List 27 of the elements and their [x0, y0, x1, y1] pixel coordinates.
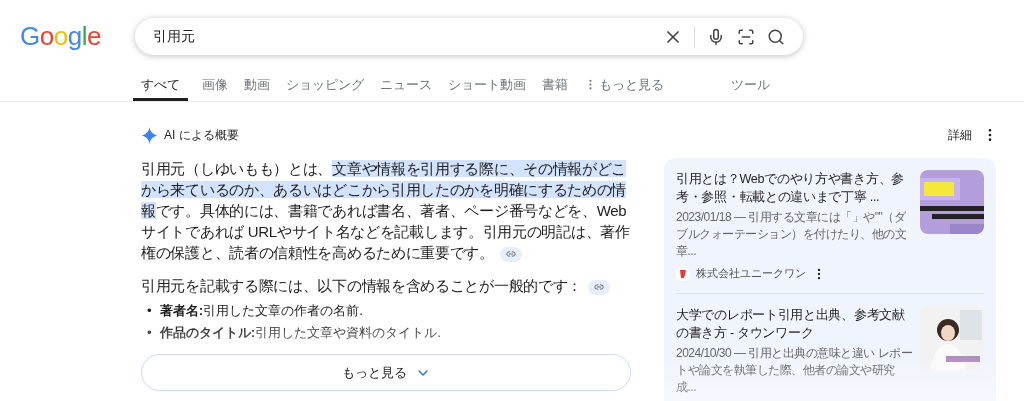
- tab[interactable]: ショート動画: [440, 71, 534, 101]
- sparkle-icon: [141, 126, 158, 144]
- site-name: 株式会社ユニークワン: [696, 266, 806, 281]
- list-item: 作品のタイトル:引用した文章や資料のタイトル.: [159, 324, 441, 342]
- logo[interactable]: Google: [20, 19, 100, 54]
- show-more-button[interactable]: もっと見る: [141, 354, 631, 391]
- tab[interactable]: 書籍: [534, 71, 576, 101]
- site-favicon-icon: [676, 266, 690, 281]
- bullet-marker: •: [147, 302, 152, 320]
- tab[interactable]: 動画: [236, 71, 278, 101]
- search-input[interactable]: 引用元: [151, 27, 658, 46]
- source-title[interactable]: 引用とは？Webでのやり方や書き方、参考・参照・転載との違いまで丁寧 ...: [676, 170, 914, 206]
- list-item: 著者名:引用した文章の作者の名前.: [159, 302, 363, 320]
- overview-paragraph: 引用元（しゆいもも）とは、文章や情報を引用する際に、その情報がどこから来ているのか、あるいはどこから引用したのかを明確にするための情報です。具体的には、書籍であれば書名、著者、ページ番号などを、Webサイトであれば URLやサイト名などを記載します。引用元の明記は、著作権の保護と、読者の信頼性を高めるために重要です。: [141, 159, 631, 263]
- details-link[interactable]: 詳細: [948, 126, 972, 144]
- source-title[interactable]: 大学でのレポート引用と出典、参考文献の書き方 - タウンワーク: [676, 306, 914, 342]
- more-tab[interactable]: もっと見る: [576, 71, 672, 101]
- tab[interactable]: 画像: [194, 71, 236, 101]
- source-snippet: 2023/01/18 — 引用する文章には「」や""（ダブルクォーテーション）を付けたり、他の文章...: [676, 209, 907, 260]
- bullet-marker: •: [147, 324, 152, 342]
- tab[interactable]: ニュース: [372, 71, 440, 101]
- intro-text: 引用元を記載する際には、以下の情報を含めることが一般的です：: [141, 275, 631, 296]
- tools-tab[interactable]: ツール: [731, 71, 770, 101]
- tab[interactable]: すべて: [133, 71, 188, 101]
- tab[interactable]: ショッピング: [278, 71, 372, 101]
- section-title: AI による概要: [164, 126, 239, 144]
- source-snippet: 2024/10/30 — 引用と出典の意味と違い レポートや論文を執筆した際、他者の論文や研究成...: [676, 345, 914, 396]
